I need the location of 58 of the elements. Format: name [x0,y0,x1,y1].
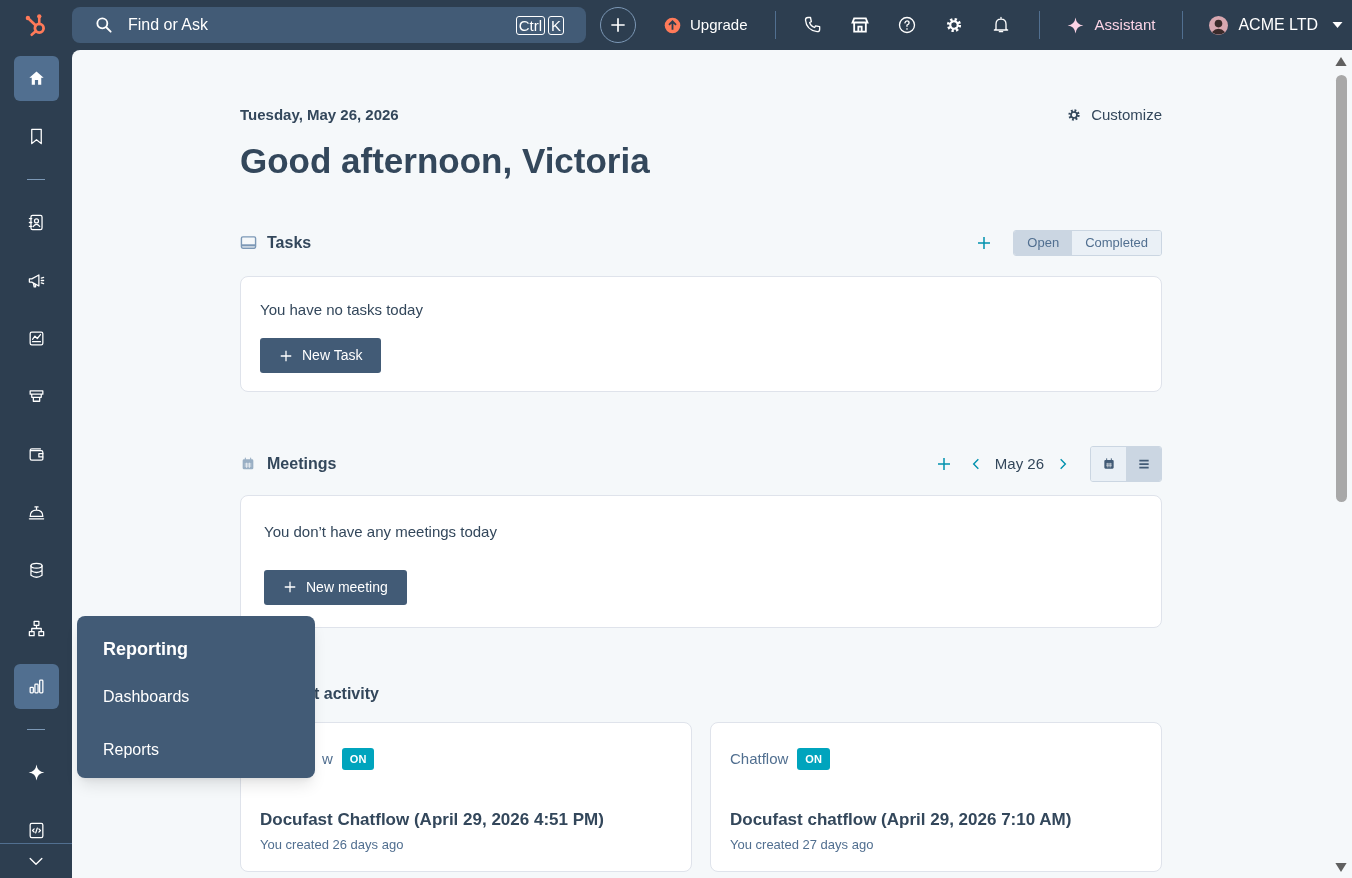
settings-icon [1066,107,1083,124]
calendar-icon [240,456,256,472]
activity-type: Chatflow [730,748,789,769]
hierarchy-icon [26,619,46,638]
activity-card[interactable]: w ON Docufast Chatflow (April 29, 2026 4:51 PM) You created 26 days ago [240,721,692,872]
assistant-button[interactable]: Assistant [1065,13,1156,37]
customize-button[interactable]: Customize [1066,104,1162,127]
section-title: Tasks [267,232,312,253]
plus-icon [608,15,628,35]
status-badge: ON [797,747,830,770]
activity-title: Docufast chatflow (April 29, 2026 7:10 AM) [730,809,1073,831]
activity-type: w [322,748,333,769]
marketplace-icon [850,15,871,35]
view-toggle[interactable] [1126,447,1161,481]
sparkle-icon [1065,15,1085,35]
plus-icon [279,348,293,363]
filter-tab[interactable]: Open [1014,230,1073,255]
activity-title: Docufast Chatflow (April 29, 2026 4:51 PM) [260,809,605,831]
empty-message: You don’t have any meetings today [264,522,498,542]
section-title: Meetings [267,454,337,474]
calendar-icon [1101,457,1116,471]
activity-card[interactable]: Chatflow ON Docufast chatflow (April 29, 2026 7:10 AM) You created 27 days ago [710,721,1162,872]
nav-item[interactable] [13,56,59,101]
shortcut-key: Ctrl [515,15,545,35]
menu-item[interactable]: Dashboards [103,685,289,709]
plus-icon [283,580,297,594]
section-title: t activity [314,684,379,702]
new-task-button[interactable]: New Task [260,338,382,373]
contacts-icon [26,213,46,232]
status-badge: ON [341,747,375,770]
search-field[interactable]: Find or Ask Ctrl K [72,7,586,43]
menu-title: Reporting [103,638,189,661]
sparkle-icon [26,763,46,782]
service-bell-icon [26,503,46,522]
megaphone-icon [26,271,46,290]
upgrade-button[interactable]: Upgrade [664,13,748,37]
scroll-down-icon [1335,863,1347,872]
shortcut-key: K [548,15,564,35]
list-icon [1136,457,1151,471]
activity-subtitle: You created 26 days ago [260,835,405,854]
empty-message: You have no tasks today [260,299,424,320]
avatar [1209,15,1229,35]
search-icon [94,15,114,35]
view-toggle[interactable] [1091,447,1126,481]
greeting-heading: Good afternoon, Victoria [240,139,651,182]
nav-item[interactable] [13,664,59,709]
filter-tab[interactable]: Completed [1072,230,1161,255]
new-meeting-button[interactable]: New meeting [264,569,407,605]
account-menu[interactable]: ACME LTD [1209,13,1344,37]
date-label: May 26 [994,453,1044,474]
scroll-up-icon [1335,57,1347,66]
upgrade-icon [664,16,681,34]
help-icon [897,15,918,35]
activity-subtitle: You created 27 days ago [730,835,875,854]
tasks-icon [240,234,257,251]
search-input[interactable]: Find or Ask [128,13,502,37]
caret-icon [1332,22,1344,28]
date-text: Tuesday, May 26, 2026 [240,105,399,125]
